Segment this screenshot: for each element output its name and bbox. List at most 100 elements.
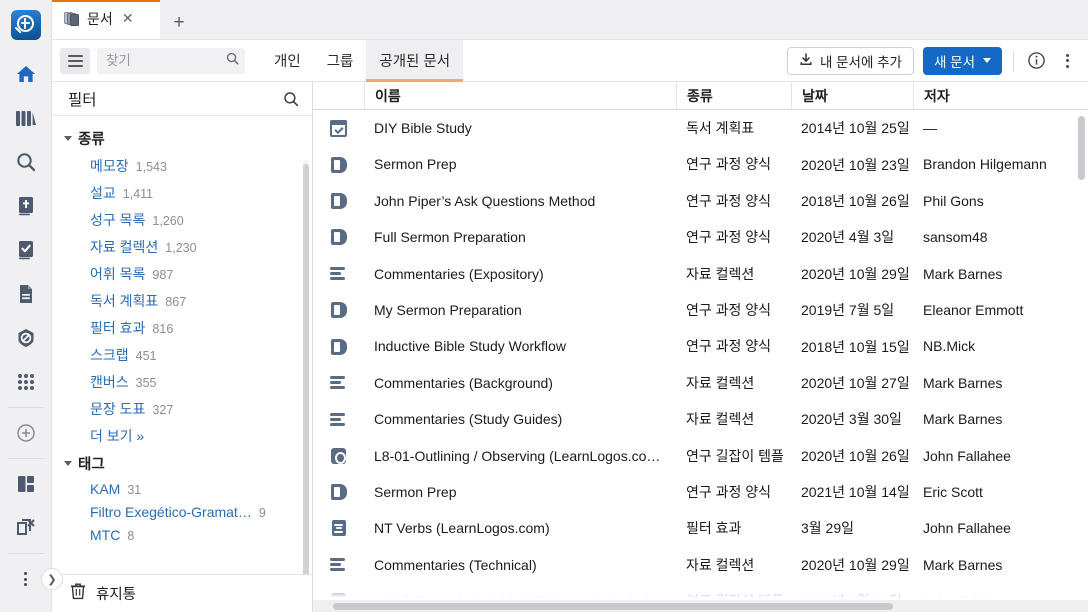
filter-item[interactable]: MTC 8 (52, 523, 312, 546)
row-name[interactable]: John Piper’s Ask Questions Method (364, 183, 676, 219)
column-header-icon[interactable] (313, 82, 364, 109)
filter-item[interactable]: 메모장 1,543 (52, 152, 312, 179)
new-tab-button[interactable]: + (160, 5, 198, 39)
rail-divider-3 (7, 553, 44, 554)
filter-item[interactable]: 성구 목록 1,260 (52, 206, 312, 233)
column-header-date[interactable]: 날짜 (791, 82, 913, 109)
table-row[interactable]: Full Sermon Preparation 연구 과정 양식 2020년 4… (313, 219, 1088, 255)
filter-item-label: Filtro Exegético-Gramat… (90, 503, 252, 520)
filter-item[interactable]: 스크랩 451 (52, 341, 312, 368)
row-name[interactable]: Sermon Prep (364, 146, 676, 182)
row-icon-cell (313, 119, 364, 137)
filter-item[interactable]: 설교 1,411 (52, 179, 312, 206)
tools-grid-icon[interactable] (0, 360, 52, 404)
layout-icon[interactable] (0, 462, 52, 506)
table-row[interactable]: DIY Bible Study 독서 계획표 2014년 10월 25일 — (313, 110, 1088, 146)
filter-item[interactable]: KAM 31 (52, 477, 312, 500)
filter-group-type[interactable]: 종류 (52, 125, 312, 152)
row-name[interactable]: DIY Bible Study (364, 110, 676, 146)
table-body[interactable]: DIY Bible Study 독서 계획표 2014년 10월 25일 — S… (313, 110, 1088, 612)
add-to-my-documents-button[interactable]: 내 문서에 추가 (786, 46, 914, 75)
table-row[interactable]: Commentaries (Background) 자료 컬렉션 2020년 1… (313, 365, 1088, 401)
table-vertical-scrollbar-thumb[interactable] (1078, 116, 1085, 180)
column-header-type[interactable]: 종류 (676, 82, 791, 109)
row-name[interactable]: NT Verbs (LearnLogos.com) (364, 510, 676, 546)
filter-list[interactable]: 종류 메모장 1,543 설교 1,411 성구 목록 1,260 자료 컬렉션 1,2… (52, 116, 312, 574)
search-icon[interactable] (226, 52, 239, 70)
table-horizontal-scrollbar[interactable] (313, 600, 1088, 612)
toolbar-actions: 내 문서에 추가 새 문서 (786, 46, 1078, 75)
row-name[interactable]: Commentaries (Technical) (364, 547, 676, 583)
documents-icon[interactable] (0, 272, 52, 316)
library-icon[interactable] (0, 96, 52, 140)
filter-group-tag[interactable]: 태그 (52, 450, 312, 477)
row-date: 2020년 10월 29일 (801, 556, 910, 573)
table-horizontal-scrollbar-thumb[interactable] (333, 603, 893, 610)
search-icon[interactable] (0, 140, 52, 184)
new-document-button[interactable]: 새 문서 (922, 46, 1002, 75)
row-icon-cell (313, 229, 364, 246)
row-date: 2020년 10월 26일 (801, 447, 910, 464)
table-row[interactable]: Sermon Prep 연구 과정 양식 2020년 10월 23일 Brand… (313, 146, 1088, 182)
logos-app-icon[interactable] (10, 10, 41, 40)
filter-item[interactable]: 문장 도표 327 (52, 395, 312, 422)
search-input[interactable] (106, 53, 226, 68)
row-name[interactable]: Sermon Prep (364, 474, 676, 510)
more-options-icon[interactable] (1056, 49, 1078, 73)
tab-documents[interactable]: 문서 ✕ (52, 0, 160, 39)
row-name[interactable]: Commentaries (Study Guides) (364, 401, 676, 437)
filter-item[interactable]: 자료 컬렉션 1,230 (52, 233, 312, 260)
row-name[interactable]: My Sermon Preparation (364, 292, 676, 328)
tab-public-documents[interactable]: 공개된 문서 (366, 39, 464, 82)
table-row[interactable]: Inductive Bible Study Workflow 연구 과정 양식 … (313, 328, 1088, 364)
filter-scrollbar-thumb[interactable] (303, 164, 309, 574)
chevron-down-icon[interactable] (64, 136, 72, 141)
filter-item[interactable]: 어휘 목록 987 (52, 260, 312, 287)
table-row[interactable]: My Sermon Preparation 연구 과정 양식 2019년 7월 … (313, 292, 1088, 328)
search-box[interactable] (97, 47, 245, 74)
workflow-icon (330, 484, 347, 501)
guides-icon[interactable] (0, 316, 52, 360)
filter-scrollbar[interactable] (303, 160, 309, 574)
filter-item[interactable]: 필터 효과 816 (52, 314, 312, 341)
filter-item[interactable]: 캔버스 355 (52, 368, 312, 395)
close-all-icon[interactable] (0, 506, 52, 550)
table-row[interactable]: Commentaries (Expository) 자료 컬렉션 2020년 1… (313, 256, 1088, 292)
filter-item-label: 어휘 목록 (90, 265, 146, 282)
trash-bar[interactable]: 휴지통 (52, 574, 312, 612)
chevron-down-icon[interactable] (983, 58, 991, 63)
filter-item[interactable]: Filtro Exegético-Gramat… 9 (52, 500, 312, 523)
filter-search-icon[interactable] (283, 91, 299, 107)
hamburger-menu-icon[interactable] (60, 47, 90, 74)
add-circle-icon[interactable] (0, 411, 52, 455)
table-row[interactable]: Commentaries (Study Guides) 자료 컬렉션 2020년… (313, 401, 1088, 437)
chevron-down-icon[interactable] (64, 461, 72, 466)
home-icon[interactable] (0, 52, 52, 96)
row-name[interactable]: Inductive Bible Study Workflow (364, 328, 676, 364)
column-header-name[interactable]: 이름 (364, 82, 676, 109)
table-row[interactable]: NT Verbs (LearnLogos.com) 필터 효과 3월 29일 J… (313, 510, 1088, 546)
table-row[interactable]: John Piper’s Ask Questions Method 연구 과정 … (313, 183, 1088, 219)
info-icon[interactable] (1025, 49, 1047, 73)
reading-plan-icon[interactable] (0, 228, 52, 272)
table-row[interactable]: Commentaries (Technical) 자료 컬렉션 2020년 10… (313, 547, 1088, 583)
tab-personal[interactable]: 개인 (261, 40, 314, 82)
column-header-author[interactable]: 저자 (913, 82, 1088, 109)
tab-group[interactable]: 그룹 (314, 40, 367, 82)
filter-item-label: 캔버스 (90, 373, 129, 390)
filter-show-more-type[interactable]: 더 보기 » (52, 422, 312, 450)
filter-item[interactable]: 독서 계획표 867 (52, 287, 312, 314)
row-name[interactable]: L8-01-Outlining / Observing (LearnLogos.… (364, 438, 676, 474)
row-name[interactable]: Commentaries (Expository) (364, 256, 676, 292)
bible-icon[interactable] (0, 184, 52, 228)
row-name[interactable]: Full Sermon Preparation (364, 219, 676, 255)
workflow-icon (330, 302, 347, 319)
filter-item-label: 독서 계획표 (90, 292, 159, 309)
tab-title: 문서 (87, 11, 113, 27)
table-vertical-scrollbar[interactable] (1078, 116, 1085, 594)
table-row[interactable]: Sermon Prep 연구 과정 양식 2021년 10월 14일 Eric … (313, 474, 1088, 510)
close-icon[interactable]: ✕ (120, 11, 136, 27)
row-name[interactable]: Commentaries (Background) (364, 365, 676, 401)
sidebar-collapse-button[interactable]: ❯ (41, 568, 63, 590)
table-row[interactable]: L8-01-Outlining / Observing (LearnLogos.… (313, 438, 1088, 474)
